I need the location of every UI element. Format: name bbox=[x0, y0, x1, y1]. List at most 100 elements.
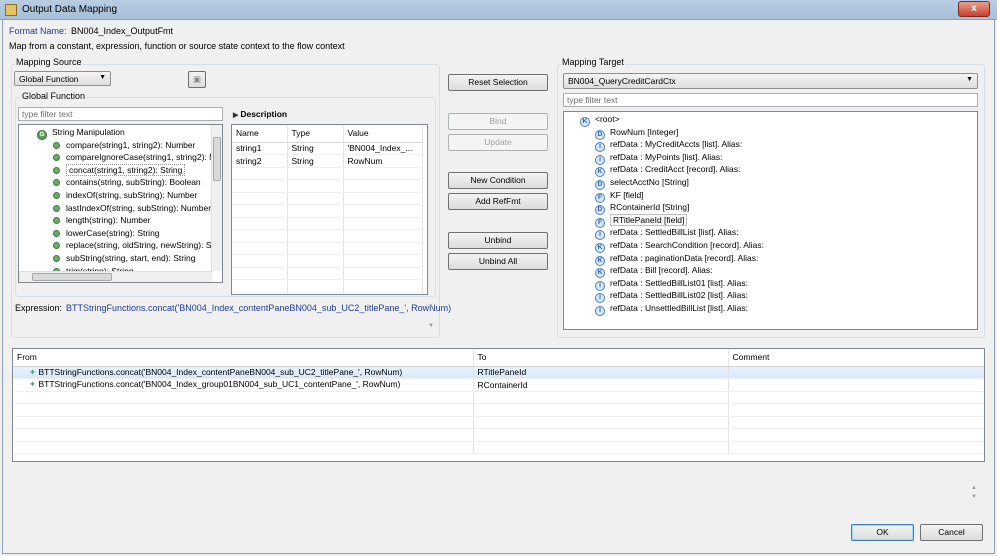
empty-cell bbox=[13, 428, 474, 442]
scroll-up-icon[interactable]: ▲ bbox=[428, 303, 434, 309]
scroll-down-icon[interactable]: ▼ bbox=[971, 494, 977, 500]
target-tree-item[interactable]: F RTitlePaneId [field] bbox=[564, 213, 977, 228]
tree-vertical-scrollbar[interactable] bbox=[211, 125, 222, 271]
scroll-thumb[interactable] bbox=[213, 137, 221, 181]
target-tree-item[interactable]: D RowNum [Integer] bbox=[564, 126, 977, 140]
empty-cell bbox=[343, 167, 423, 180]
table-row[interactable] bbox=[232, 229, 423, 243]
table-row[interactable] bbox=[232, 279, 423, 293]
tree-category[interactable]: G String Manipulation bbox=[19, 126, 222, 140]
column-header[interactable]: Name bbox=[232, 125, 288, 143]
mapping-row[interactable] bbox=[13, 428, 984, 442]
tree-horizontal-scrollbar[interactable] bbox=[19, 271, 212, 282]
empty-cell bbox=[13, 403, 474, 417]
function-label: compare(string1, string2): Number bbox=[66, 139, 196, 150]
target-tree-item[interactable]: IrefData : SettledBillList [list]. Alias… bbox=[564, 226, 977, 241]
function-item[interactable]: replace(string, oldString, newString): S… bbox=[19, 239, 222, 252]
table-row[interactable] bbox=[232, 217, 423, 230]
hscroll-thumb[interactable] bbox=[32, 273, 112, 281]
function-item[interactable]: compare(string1, string2): Number bbox=[19, 139, 222, 152]
table-row[interactable] bbox=[232, 192, 423, 205]
target-item-label: refData : MyPoints [list]. Alias: bbox=[610, 151, 723, 162]
close-button[interactable]: x bbox=[958, 1, 990, 17]
target-tree-item[interactable]: KrefData : CreditAcct [record]. Alias: bbox=[564, 163, 977, 178]
expression-value[interactable]: BTTStringFunctions.concat('BN004_Index_c… bbox=[66, 303, 451, 313]
table-row[interactable] bbox=[232, 179, 423, 193]
target-tree-item[interactable]: KrefData : Bill [record]. Alias: bbox=[564, 264, 977, 279]
function-item[interactable]: length(string): Number bbox=[19, 214, 222, 227]
dialog-description: Map from a constant, expression, functio… bbox=[9, 41, 345, 51]
table-row[interactable] bbox=[232, 167, 423, 180]
unbind-button[interactable]: Unbind bbox=[448, 232, 548, 249]
target-tree-item[interactable]: DselectAcctNo [String] bbox=[564, 176, 977, 190]
reset-selection-button[interactable]: Reset Selection bbox=[448, 74, 548, 91]
new-condition-button[interactable]: New Condition bbox=[448, 172, 548, 189]
source-type-combo[interactable]: Global Function ▼ bbox=[14, 71, 111, 86]
target-tree-item[interactable]: IrefData : UnsettledBillList [list]. Ali… bbox=[564, 302, 977, 316]
mapping-row[interactable] bbox=[13, 441, 984, 454]
function-item[interactable]: contains(string, subString): Boolean bbox=[19, 176, 222, 189]
column-header[interactable]: Type bbox=[287, 125, 344, 143]
empty-cell bbox=[728, 416, 984, 429]
column-header[interactable]: Comment bbox=[728, 349, 984, 367]
source-filter-input[interactable]: type filter text bbox=[18, 107, 223, 121]
function-label: subString(string, start, end): String bbox=[66, 252, 196, 263]
empty-cell bbox=[287, 229, 344, 243]
scroll-down-icon[interactable]: ▼ bbox=[428, 323, 434, 329]
mapping-row[interactable] bbox=[13, 403, 984, 417]
empty-cell bbox=[287, 192, 344, 205]
function-item[interactable]: concat(string1, string2): String bbox=[19, 163, 222, 177]
column-header[interactable]: To bbox=[473, 349, 729, 367]
target-context-combo[interactable]: BN004_QueryCreditCardCtx ▼ bbox=[563, 73, 978, 89]
target-filter-input[interactable]: type filter text bbox=[563, 93, 978, 107]
empty-cell bbox=[343, 279, 423, 293]
target-tree-item[interactable]: KrefData : paginationData [record]. Alia… bbox=[564, 252, 977, 266]
target-item-label: RContainerId [String] bbox=[610, 202, 690, 213]
target-item-label: KF [field] bbox=[610, 189, 644, 200]
empty-cell bbox=[473, 391, 729, 404]
target-tree-item[interactable]: IrefData : MyPoints [list]. Alias: bbox=[564, 151, 977, 165]
mapping-row[interactable] bbox=[13, 416, 984, 429]
target-tree-item[interactable]: IrefData : SettledBillList01 [list]. Ali… bbox=[564, 277, 977, 291]
bind-button[interactable]: Bind bbox=[448, 113, 548, 130]
function-item[interactable]: lowerCase(string): String bbox=[19, 227, 222, 240]
description-toggle[interactable]: ▶ Description bbox=[233, 109, 287, 119]
table-row[interactable] bbox=[232, 242, 423, 255]
function-item[interactable]: lastIndexOf(string, subString): Number bbox=[19, 202, 222, 215]
table-row[interactable] bbox=[232, 267, 423, 280]
scroll-up-icon[interactable]: ▲ bbox=[971, 485, 977, 491]
function-item[interactable]: subString(string, start, end): String bbox=[19, 252, 222, 265]
table-row[interactable]: string2 String RowNum bbox=[232, 154, 423, 168]
ok-button[interactable]: OK bbox=[851, 524, 914, 541]
target-tree-item[interactable]: KrefData : SearchCondition [record]. Ali… bbox=[564, 239, 977, 253]
function-label: replace(string, oldString, newString): S… bbox=[66, 240, 217, 251]
mapping-row[interactable]: ✦ BTTStringFunctions.concat('BN004_Index… bbox=[13, 366, 984, 379]
empty-cell bbox=[232, 204, 288, 218]
function-icon bbox=[53, 204, 60, 212]
comment-cell[interactable] bbox=[728, 366, 984, 379]
table-cell: String bbox=[287, 154, 344, 168]
unbind-all-button[interactable]: Unbind All bbox=[448, 253, 548, 270]
update-button[interactable]: Update bbox=[448, 134, 548, 151]
add-reffmt-button[interactable]: Add RefFmt bbox=[448, 193, 548, 210]
function-label: compareIgnoreCase(string1, string2): N bbox=[66, 152, 216, 163]
function-item[interactable]: indexOf(string, subString): Number bbox=[19, 189, 222, 202]
column-header[interactable]: Value bbox=[343, 125, 423, 143]
function-item[interactable]: compareIgnoreCase(string1, string2): N bbox=[19, 151, 222, 164]
table-row[interactable] bbox=[232, 254, 423, 268]
table-row[interactable] bbox=[232, 204, 423, 218]
column-header[interactable]: From bbox=[13, 349, 474, 367]
target-tree-item[interactable]: IrefData : MyCreditAccts [list]. Alias: bbox=[564, 138, 977, 153]
source-tool-button[interactable]: ▣ bbox=[188, 71, 206, 88]
mapping-row[interactable]: ✦ BTTStringFunctions.concat('BN004_Index… bbox=[13, 378, 984, 392]
target-tree-item[interactable]: D RContainerId [String] bbox=[564, 201, 977, 216]
target-tree-item[interactable]: F KF [field] bbox=[564, 189, 977, 203]
mapping-row[interactable] bbox=[13, 391, 984, 404]
target-tree-item[interactable]: IrefData : SettledBillList02 [list]. Ali… bbox=[564, 289, 977, 304]
function-label: concat(string1, string2): String bbox=[66, 163, 186, 176]
target-tree-item[interactable]: K <root> bbox=[564, 113, 977, 127]
table-row[interactable]: string1 String 'BN004_Index_... bbox=[232, 142, 423, 155]
comment-cell[interactable] bbox=[728, 378, 984, 392]
function-icon bbox=[53, 217, 60, 225]
cancel-button[interactable]: Cancel bbox=[920, 524, 983, 541]
